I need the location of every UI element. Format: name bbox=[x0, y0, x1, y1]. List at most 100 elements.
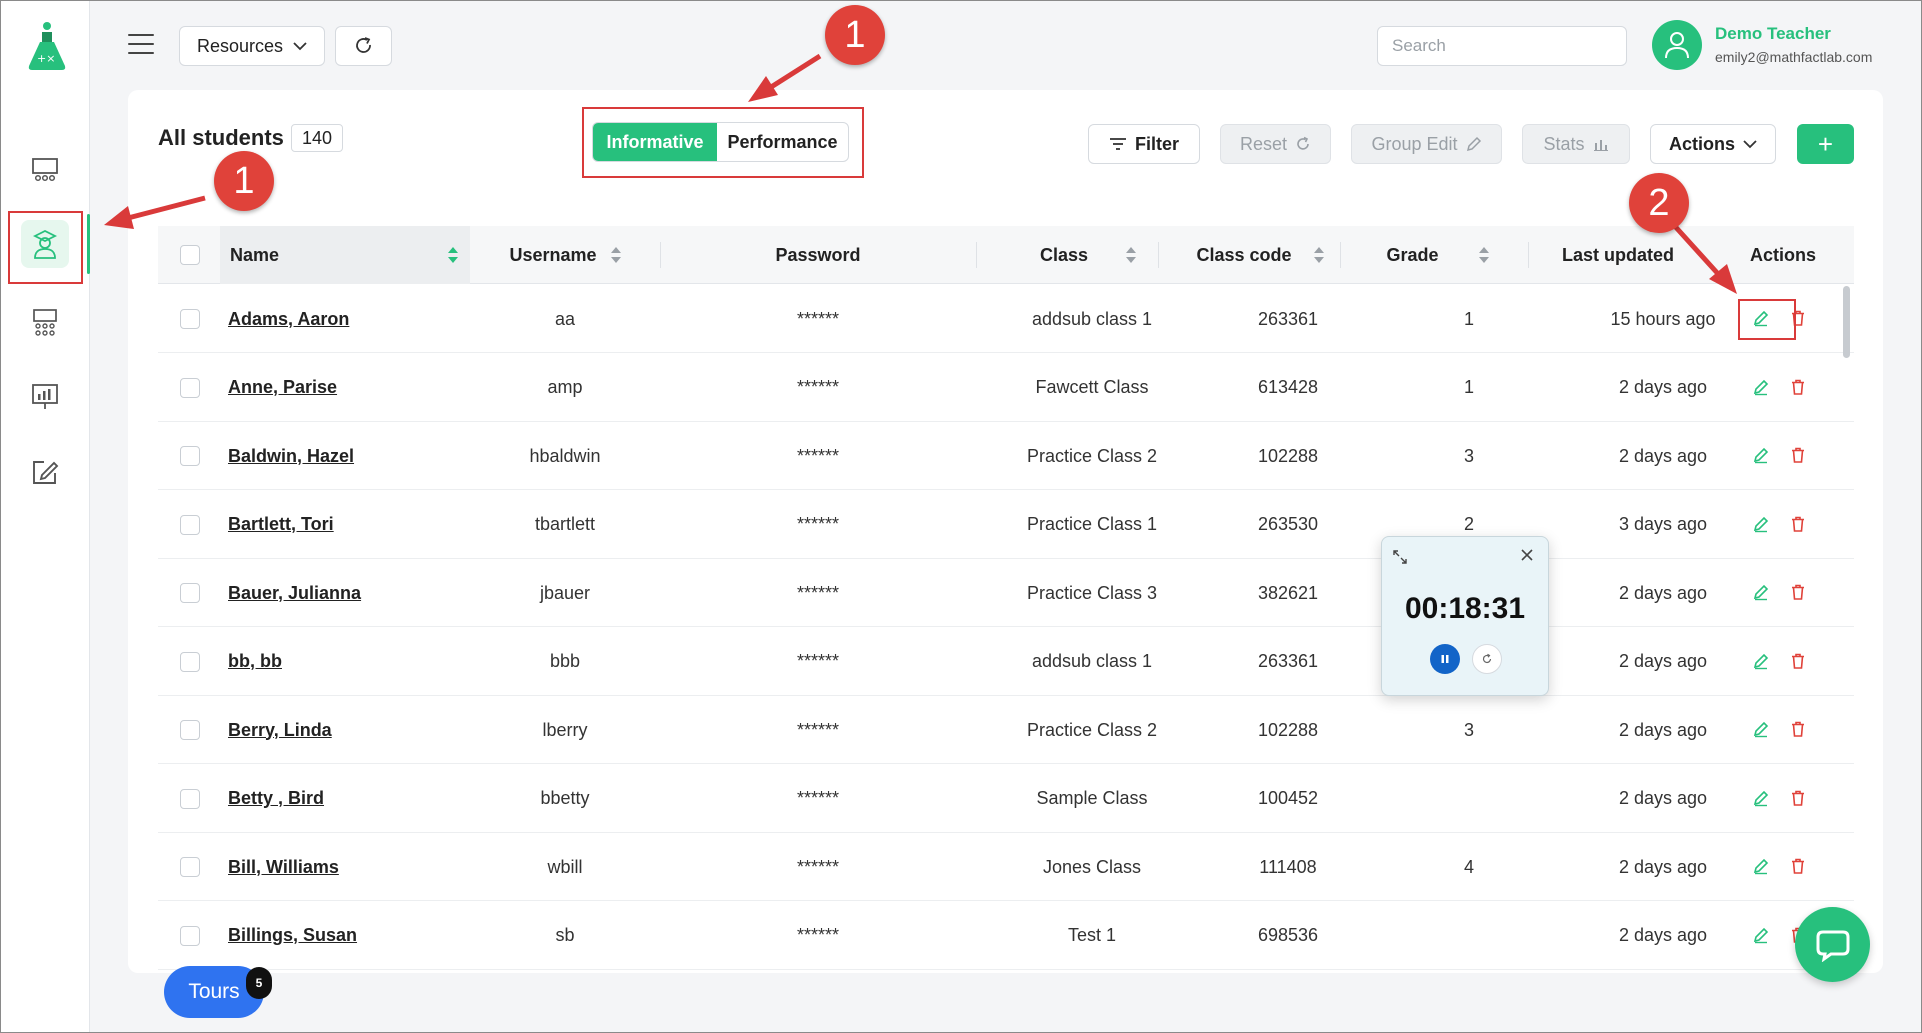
pencil-icon[interactable] bbox=[1752, 789, 1770, 807]
student-name-link[interactable]: Bauer, Julianna bbox=[228, 583, 361, 604]
add-student-button[interactable]: + bbox=[1797, 124, 1854, 164]
student-name-link[interactable]: Bill, Williams bbox=[228, 857, 339, 878]
pencil-icon[interactable] bbox=[1752, 309, 1770, 327]
select-all-checkbox[interactable] bbox=[180, 245, 200, 265]
filter-button[interactable]: Filter bbox=[1088, 124, 1200, 164]
group-edit-label: Group Edit bbox=[1371, 133, 1458, 154]
column-header-username[interactable]: Username bbox=[470, 226, 660, 284]
app-logo[interactable]: +× bbox=[25, 20, 69, 72]
sort-icon bbox=[1478, 247, 1489, 263]
row-checkbox[interactable] bbox=[180, 446, 200, 466]
sidebar-item-dashboard[interactable] bbox=[21, 146, 69, 194]
student-name-link[interactable]: Baldwin, Hazel bbox=[228, 446, 354, 467]
student-name-link[interactable]: Adams, Aaron bbox=[228, 309, 349, 330]
column-header-grade[interactable]: Grade bbox=[1340, 226, 1515, 284]
sidebar-active-indicator bbox=[87, 214, 90, 274]
row-checkbox[interactable] bbox=[180, 309, 200, 329]
row-checkbox[interactable] bbox=[180, 514, 200, 535]
table-row: Betty , Bird bbetty ****** Sample Class 1004… bbox=[158, 765, 1854, 833]
sort-icon bbox=[610, 247, 621, 263]
sidebar-item-classes[interactable] bbox=[21, 298, 69, 346]
avatar[interactable] bbox=[1652, 20, 1702, 70]
trash-icon[interactable] bbox=[1789, 583, 1807, 601]
tab-performance[interactable]: Performance bbox=[717, 123, 848, 161]
row-checkbox[interactable] bbox=[180, 583, 200, 603]
cell-password: ****** bbox=[796, 856, 840, 877]
row-checkbox[interactable] bbox=[180, 651, 200, 672]
cell-password: ****** bbox=[796, 377, 840, 397]
sidebar-item-assignments[interactable] bbox=[21, 448, 69, 496]
chevron-down-icon bbox=[293, 41, 307, 50]
cell-password: ****** bbox=[796, 308, 840, 329]
refresh-button[interactable] bbox=[335, 26, 392, 66]
student-name-link[interactable]: Betty , Bird bbox=[228, 788, 324, 809]
student-name-link[interactable]: Berry, Linda bbox=[228, 720, 332, 741]
pencil-icon[interactable] bbox=[1752, 720, 1770, 738]
stats-label: Stats bbox=[1543, 133, 1585, 154]
trash-icon[interactable] bbox=[1789, 720, 1807, 738]
filter-label: Filter bbox=[1134, 133, 1179, 154]
resources-label: Resources bbox=[196, 35, 284, 56]
student-name-link[interactable]: Billings, Susan bbox=[228, 925, 357, 946]
reports-icon bbox=[32, 384, 58, 409]
pencil-icon[interactable] bbox=[1752, 652, 1770, 670]
cell-password: ****** bbox=[796, 719, 840, 740]
callout-number: 2 bbox=[1629, 173, 1689, 233]
column-header-class-code[interactable]: Class code bbox=[1158, 226, 1338, 284]
reset-button[interactable]: Reset bbox=[1220, 124, 1331, 164]
trash-icon[interactable] bbox=[1789, 446, 1807, 464]
student-name-link[interactable]: bb, bb bbox=[228, 651, 282, 672]
table-row: Billings, Susan sb ****** Test 1 698536 2 day… bbox=[158, 902, 1854, 970]
row-checkbox[interactable] bbox=[180, 720, 200, 740]
row-checkbox[interactable] bbox=[180, 925, 200, 946]
expand-icon[interactable] bbox=[1392, 549, 1408, 565]
menu-toggle-icon[interactable] bbox=[128, 34, 154, 56]
sidebar-item-students[interactable] bbox=[21, 220, 69, 268]
pause-button[interactable] bbox=[1430, 644, 1460, 674]
tab-informative[interactable]: Informative bbox=[593, 123, 717, 161]
pencil-icon[interactable] bbox=[1752, 926, 1770, 944]
sidebar-item-reports[interactable] bbox=[21, 372, 69, 420]
pencil-icon[interactable] bbox=[1752, 378, 1770, 396]
search-input[interactable] bbox=[1392, 36, 1613, 56]
resources-dropdown[interactable]: Resources bbox=[179, 26, 325, 66]
group-edit-button[interactable]: Group Edit bbox=[1351, 124, 1502, 164]
table-header: Name Username Password Class Class code … bbox=[158, 226, 1854, 284]
trash-icon[interactable] bbox=[1789, 309, 1807, 327]
column-header-actions: Actions bbox=[1713, 226, 1853, 284]
pencil-icon[interactable] bbox=[1752, 583, 1770, 601]
table-row: Anne, Parise amp ****** Fawcett Class 613428… bbox=[158, 354, 1854, 422]
trash-icon[interactable] bbox=[1789, 857, 1807, 875]
trash-icon[interactable] bbox=[1789, 515, 1807, 533]
table-row: Bauer, Julianna jbauer ****** Practice Clas… bbox=[158, 559, 1854, 627]
table-scrollbar[interactable] bbox=[1843, 286, 1850, 358]
timer-reset-button[interactable] bbox=[1472, 644, 1502, 674]
chat-support-button[interactable] bbox=[1795, 907, 1870, 982]
cell-username: jbauer bbox=[539, 582, 591, 603]
dashboard-icon bbox=[32, 158, 58, 182]
pencil-icon[interactable] bbox=[1752, 446, 1770, 464]
pencil-icon[interactable] bbox=[1752, 515, 1770, 533]
student-name-link[interactable]: Anne, Parise bbox=[228, 377, 337, 398]
trash-icon[interactable] bbox=[1789, 378, 1807, 396]
user-name[interactable]: Demo Teacher bbox=[1715, 24, 1831, 44]
row-checkbox[interactable] bbox=[180, 857, 200, 877]
pencil-icon[interactable] bbox=[1752, 857, 1770, 875]
timer-value: 00:18:31 bbox=[1404, 592, 1526, 625]
column-header-class[interactable]: Class bbox=[976, 226, 1156, 284]
column-header-name[interactable]: Name bbox=[220, 226, 470, 284]
trash-icon[interactable] bbox=[1789, 789, 1807, 807]
actions-label: Actions bbox=[1668, 133, 1735, 154]
actions-dropdown[interactable]: Actions bbox=[1650, 124, 1776, 164]
trash-icon[interactable] bbox=[1789, 652, 1807, 670]
row-checkbox[interactable] bbox=[180, 377, 200, 398]
close-icon[interactable] bbox=[1520, 548, 1534, 562]
table-row: Berry, Linda lberry ****** Practice Class 2… bbox=[158, 696, 1854, 764]
row-checkbox[interactable] bbox=[180, 788, 200, 809]
column-label: Last updated bbox=[1561, 244, 1674, 265]
column-label: Name bbox=[230, 244, 280, 265]
stats-button[interactable]: Stats bbox=[1522, 124, 1630, 164]
student-name-link[interactable]: Bartlett, Tori bbox=[228, 514, 334, 535]
cell-name: Anne, Parise bbox=[228, 354, 468, 422]
cell-password: ****** bbox=[796, 788, 840, 808]
